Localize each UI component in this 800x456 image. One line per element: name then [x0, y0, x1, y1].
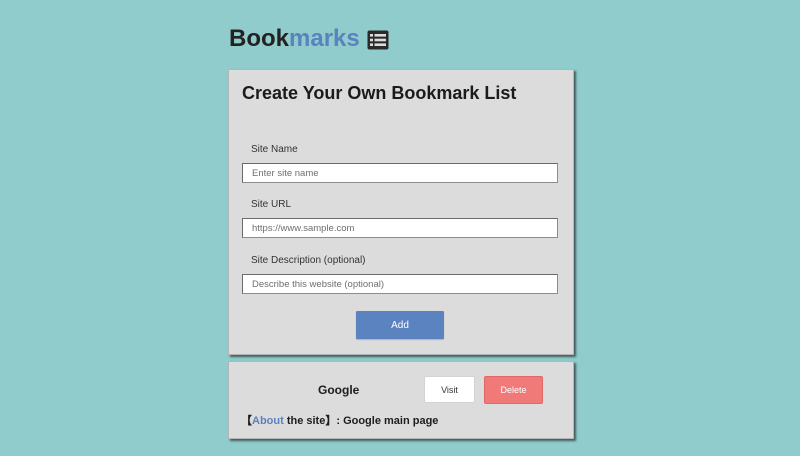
bookmark-card: Google Visit Delete 【About the site】: Go…	[228, 361, 574, 439]
visit-button[interactable]: Visit	[424, 376, 475, 403]
site-name-input[interactable]	[242, 163, 558, 183]
list-icon	[367, 29, 389, 50]
bookmark-form-card: Create Your Own Bookmark List Site Name …	[228, 69, 574, 355]
form-heading: Create Your Own Bookmark List	[242, 83, 517, 103]
description-text: Google main page	[343, 415, 439, 427]
site-url-input[interactable]	[242, 218, 558, 238]
site-url-label: Site URL	[251, 199, 292, 210]
app-title-part-book: Book	[229, 25, 289, 52]
description-bracket-open: 【	[241, 415, 252, 427]
description-prefix: the site】:	[283, 415, 344, 427]
delete-button[interactable]: Delete	[484, 376, 543, 404]
site-description-label: Site Description (optional)	[251, 255, 366, 266]
site-description-input[interactable]	[242, 274, 558, 294]
site-name-label: Site Name	[251, 144, 298, 155]
app-title-part-marks: marks	[289, 25, 360, 52]
bookmark-name: Google	[318, 383, 360, 397]
description-about-label: About	[252, 415, 284, 427]
bookmark-description: 【About the site】: Google main page	[241, 412, 438, 428]
app-title: Book marks	[229, 25, 389, 53]
add-button[interactable]: Add	[356, 311, 444, 339]
